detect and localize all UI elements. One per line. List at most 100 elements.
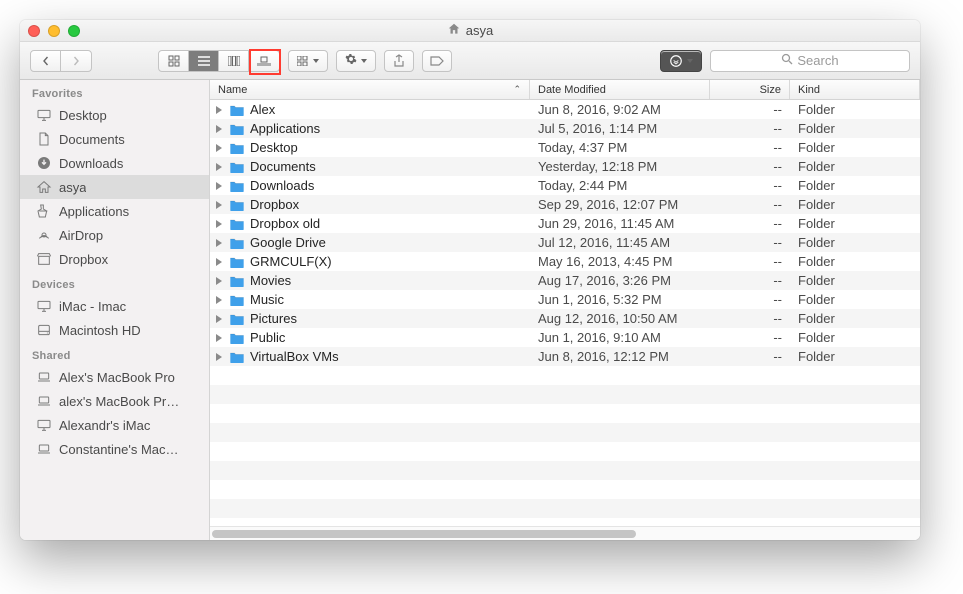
folder-icon xyxy=(229,179,245,193)
disclosure-triangle-icon[interactable] xyxy=(216,182,222,190)
disclosure-triangle-icon[interactable] xyxy=(216,296,222,304)
file-size: -- xyxy=(710,178,790,193)
file-list[interactable]: AlexJun 8, 2016, 9:02 AM--FolderApplicat… xyxy=(210,100,920,526)
share-button[interactable] xyxy=(384,50,414,72)
disclosure-triangle-icon[interactable] xyxy=(216,353,222,361)
disclosure-triangle-icon[interactable] xyxy=(216,334,222,342)
file-date: Today, 2:44 PM xyxy=(530,178,710,193)
sidebar-item-s3[interactable]: Alexandr's iMac xyxy=(20,413,209,437)
close-window-button[interactable] xyxy=(28,25,40,37)
sidebar-item-label: Downloads xyxy=(59,156,123,171)
file-row[interactable]: DocumentsYesterday, 12:18 PM--Folder xyxy=(210,157,920,176)
disclosure-triangle-icon[interactable] xyxy=(216,125,222,133)
file-row[interactable]: GRMCULF(X)May 16, 2013, 4:45 PM--Folder xyxy=(210,252,920,271)
file-name: Public xyxy=(250,330,285,345)
file-date: Jun 1, 2016, 5:32 PM xyxy=(530,292,710,307)
file-name: Music xyxy=(250,292,284,307)
file-date: Jun 8, 2016, 12:12 PM xyxy=(530,349,710,364)
disclosure-triangle-icon[interactable] xyxy=(216,201,222,209)
file-date: Jun 29, 2016, 11:45 AM xyxy=(530,216,710,231)
sidebar-item-s2[interactable]: alex's MacBook Pr… xyxy=(20,389,209,413)
disclosure-triangle-icon[interactable] xyxy=(216,315,222,323)
empty-row xyxy=(210,366,920,385)
horizontal-scrollbar[interactable] xyxy=(210,526,920,540)
disclosure-triangle-icon[interactable] xyxy=(216,239,222,247)
minimize-window-button[interactable] xyxy=(48,25,60,37)
file-name: Desktop xyxy=(250,140,298,155)
home-icon xyxy=(36,179,52,195)
disclosure-triangle-icon[interactable] xyxy=(216,258,222,266)
column-header-kind[interactable]: Kind xyxy=(790,80,920,99)
folder-icon xyxy=(229,312,245,326)
nav-segment xyxy=(30,50,92,72)
file-kind: Folder xyxy=(790,216,920,231)
window-title: asya xyxy=(466,23,493,38)
zoom-window-button[interactable] xyxy=(68,25,80,37)
dropbox-toolbar-button[interactable] xyxy=(660,50,702,72)
file-list-pane: Name ⌃ Date Modified Size Kind AlexJun 8… xyxy=(210,80,920,540)
sidebar-item-desktop[interactable]: Desktop xyxy=(20,103,209,127)
file-row[interactable]: Dropbox oldJun 29, 2016, 11:45 AM--Folde… xyxy=(210,214,920,233)
laptop-icon xyxy=(36,369,52,385)
view-icon-button[interactable] xyxy=(159,51,189,71)
file-row[interactable]: AlexJun 8, 2016, 9:02 AM--Folder xyxy=(210,100,920,119)
sidebar-item-s1[interactable]: Alex's MacBook Pro xyxy=(20,365,209,389)
file-row[interactable]: DropboxSep 29, 2016, 12:07 PM--Folder xyxy=(210,195,920,214)
file-name: Alex xyxy=(250,102,275,117)
action-dropdown[interactable] xyxy=(336,50,376,72)
view-coverflow-button[interactable] xyxy=(249,51,279,71)
scrollbar-thumb[interactable] xyxy=(212,530,636,538)
forward-button[interactable] xyxy=(61,51,91,71)
disclosure-triangle-icon[interactable] xyxy=(216,106,222,114)
column-headers: Name ⌃ Date Modified Size Kind xyxy=(210,80,920,100)
file-row[interactable]: PicturesAug 12, 2016, 10:50 AM--Folder xyxy=(210,309,920,328)
column-header-size[interactable]: Size xyxy=(710,80,790,99)
view-mode-segment xyxy=(158,50,280,72)
view-list-button[interactable] xyxy=(189,51,219,71)
file-size: -- xyxy=(710,235,790,250)
sidebar-item-label: Applications xyxy=(59,204,129,219)
sidebar-item-downloads[interactable]: Downloads xyxy=(20,151,209,175)
file-row[interactable]: PublicJun 1, 2016, 9:10 AM--Folder xyxy=(210,328,920,347)
disclosure-triangle-icon[interactable] xyxy=(216,144,222,152)
file-name: Dropbox old xyxy=(250,216,320,231)
disclosure-triangle-icon[interactable] xyxy=(216,277,222,285)
sidebar-item-applications[interactable]: Applications xyxy=(20,199,209,223)
sidebar-item-dropbox[interactable]: Dropbox xyxy=(20,247,209,271)
file-row[interactable]: Google DriveJul 12, 2016, 11:45 AM--Fold… xyxy=(210,233,920,252)
file-row[interactable]: DesktopToday, 4:37 PM--Folder xyxy=(210,138,920,157)
sidebar-item-asya[interactable]: asya xyxy=(20,175,209,199)
file-name: Documents xyxy=(250,159,316,174)
tags-button[interactable] xyxy=(422,50,452,72)
file-row[interactable]: MusicJun 1, 2016, 5:32 PM--Folder xyxy=(210,290,920,309)
back-button[interactable] xyxy=(31,51,61,71)
titlebar: asya xyxy=(20,20,920,42)
disclosure-triangle-icon[interactable] xyxy=(216,163,222,171)
file-row[interactable]: ApplicationsJul 5, 2016, 1:14 PM--Folder xyxy=(210,119,920,138)
file-row[interactable]: DownloadsToday, 2:44 PM--Folder xyxy=(210,176,920,195)
sidebar-item-documents[interactable]: Documents xyxy=(20,127,209,151)
finder-window: asya xyxy=(20,20,920,540)
folder-icon xyxy=(229,160,245,174)
search-field[interactable]: Search xyxy=(710,50,910,72)
sidebar-item-label: Constantine's Mac… xyxy=(59,442,179,457)
airdrop-icon xyxy=(36,227,52,243)
arrange-dropdown[interactable] xyxy=(288,50,328,72)
empty-row xyxy=(210,518,920,526)
column-header-name[interactable]: Name ⌃ xyxy=(210,80,530,99)
file-row[interactable]: VirtualBox VMsJun 8, 2016, 12:12 PM--Fol… xyxy=(210,347,920,366)
folder-icon xyxy=(229,293,245,307)
file-kind: Folder xyxy=(790,121,920,136)
sidebar-item-machd[interactable]: Macintosh HD xyxy=(20,318,209,342)
sidebar-item-airdrop[interactable]: AirDrop xyxy=(20,223,209,247)
disclosure-triangle-icon[interactable] xyxy=(216,220,222,228)
sidebar-item-s4[interactable]: Constantine's Mac… xyxy=(20,437,209,461)
file-row[interactable]: MoviesAug 17, 2016, 3:26 PM--Folder xyxy=(210,271,920,290)
column-header-date[interactable]: Date Modified xyxy=(530,80,710,99)
file-kind: Folder xyxy=(790,102,920,117)
file-date: Yesterday, 12:18 PM xyxy=(530,159,710,174)
sidebar-item-imac[interactable]: iMac - Imac xyxy=(20,294,209,318)
view-column-button[interactable] xyxy=(219,51,249,71)
empty-row xyxy=(210,499,920,518)
folder-icon xyxy=(229,122,245,136)
